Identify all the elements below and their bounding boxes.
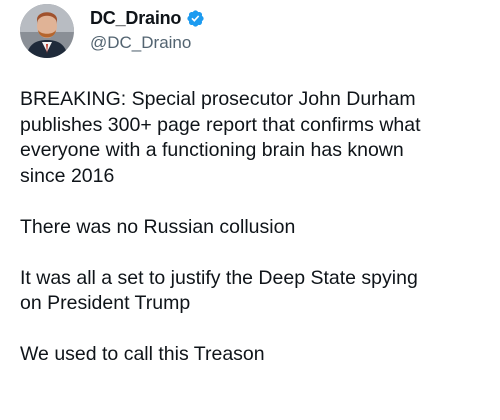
- tweet-card: DC_Draino @DC_Draino BREAKING: Special p…: [0, 0, 500, 420]
- tweet-paragraph: We used to call this Treason: [20, 342, 490, 368]
- tweet-paragraph: It was all a set to justify the Deep Sta…: [20, 266, 490, 317]
- tweet-line: since 2016: [20, 164, 115, 187]
- avatar-photo: [20, 4, 74, 58]
- verified-badge-icon: [186, 9, 205, 28]
- tweet-line: on President Trump: [20, 292, 191, 314]
- avatar[interactable]: [20, 4, 74, 58]
- author-names: DC_Draino @DC_Draino: [90, 6, 205, 53]
- tweet-line: It was all a set to justify the Deep Sta…: [20, 266, 418, 289]
- tweet-line: BREAKING: Special prosecutor John Durham: [20, 88, 416, 110]
- tweet-line: There was no Russian collusion: [20, 215, 296, 238]
- display-name-row: DC_Draino: [90, 6, 205, 30]
- tweet-line: We used to call this Treason: [20, 343, 265, 365]
- tweet-text: BREAKING: Special prosecutor John Durham…: [20, 87, 490, 393]
- display-name[interactable]: DC_Draino: [90, 8, 181, 29]
- handle[interactable]: @DC_Draino: [90, 33, 205, 53]
- tweet-line: everyone with a functioning brain has kn…: [20, 139, 404, 161]
- tweet-line: publishes 300+ page report that confirms…: [20, 113, 421, 136]
- tweet-paragraph: There was no Russian collusion: [20, 215, 490, 241]
- tweet-paragraph: BREAKING: Special prosecutor John Durham…: [20, 87, 490, 189]
